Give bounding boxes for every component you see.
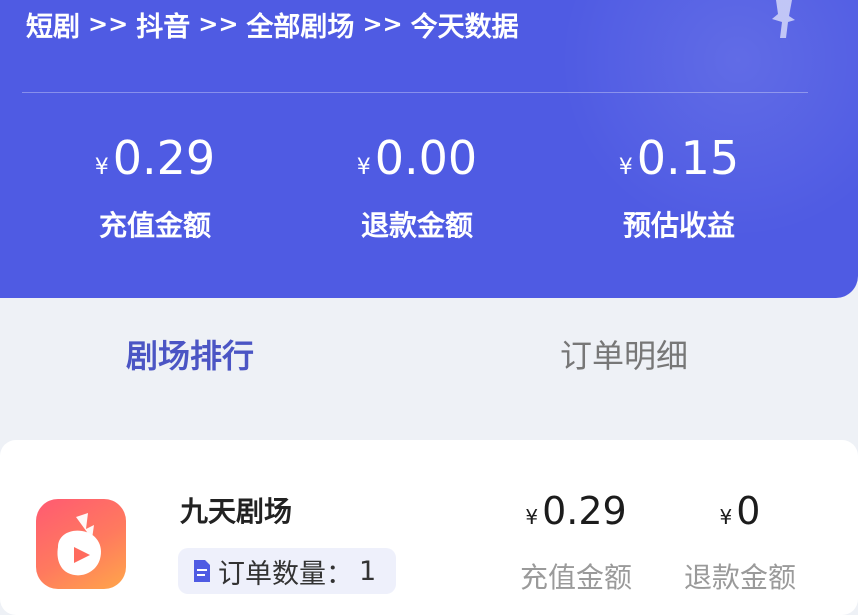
tab-order-details[interactable]: 订单明细	[560, 320, 688, 392]
stat-value: 0.00	[374, 131, 478, 185]
stat-value: 0.15	[636, 131, 740, 185]
stat-value: 0.29	[112, 131, 216, 185]
document-icon	[194, 560, 210, 582]
stat-label: 预估收益	[622, 209, 735, 242]
header-divider	[22, 92, 808, 93]
stat-recharge-amount: ¥ 0.29 充值金额	[25, 128, 285, 244]
refund-label: 退款金额	[683, 561, 796, 594]
order-count-value: 1	[359, 555, 377, 587]
order-count-label: 订单数量：	[218, 558, 353, 590]
breadcrumb-item-douyin[interactable]: 抖音	[136, 5, 190, 44]
breadcrumb-item-all-theaters[interactable]: 全部剧场	[246, 5, 354, 44]
theater-app-icon	[36, 499, 126, 589]
recharge-value: 0.29	[542, 489, 627, 533]
tab-bar: 剧场排行 订单明细	[0, 320, 858, 392]
theater-recharge: ¥ 0.29 充值金额	[508, 488, 644, 596]
breadcrumb-separator: >>	[362, 10, 403, 38]
breadcrumb-item-drama[interactable]: 短剧	[26, 5, 80, 44]
stat-estimated-earnings: ¥ 0.15 预估收益	[549, 128, 809, 244]
stat-refund-amount: ¥ 0.00 退款金额	[287, 128, 547, 244]
currency-symbol: ¥	[525, 505, 539, 529]
refund-value: 0	[736, 489, 761, 533]
summary-header: 短剧 >> 抖音 >> 全部剧场 >> 今天数据 ¥ 0.29 充值金额 ¥ 0…	[0, 0, 858, 298]
breadcrumb: 短剧 >> 抖音 >> 全部剧场 >> 今天数据	[26, 4, 519, 44]
breadcrumb-separator: >>	[88, 10, 129, 38]
stat-label: 退款金额	[360, 209, 473, 242]
breadcrumb-item-today-data: 今天数据	[410, 11, 519, 43]
theater-list-item[interactable]: 九天剧场 订单数量： 1 ¥ 0.29 充值金额 ¥ 0 退款金额	[0, 440, 858, 615]
order-count-badge: 订单数量： 1	[178, 548, 396, 594]
theater-refund: ¥ 0 退款金额	[672, 488, 808, 596]
theater-name: 九天剧场	[180, 495, 293, 528]
currency-symbol: ¥	[618, 155, 633, 180]
play-video-icon	[57, 513, 102, 576]
currency-symbol: ¥	[719, 505, 733, 529]
decorative-pin-icon	[772, 0, 795, 38]
currency-symbol: ¥	[356, 155, 371, 180]
stat-label: 充值金额	[98, 209, 211, 242]
recharge-label: 充值金额	[519, 561, 632, 594]
currency-symbol: ¥	[94, 155, 109, 180]
breadcrumb-separator: >>	[198, 10, 239, 38]
tab-theater-ranking[interactable]: 剧场排行	[126, 320, 254, 392]
